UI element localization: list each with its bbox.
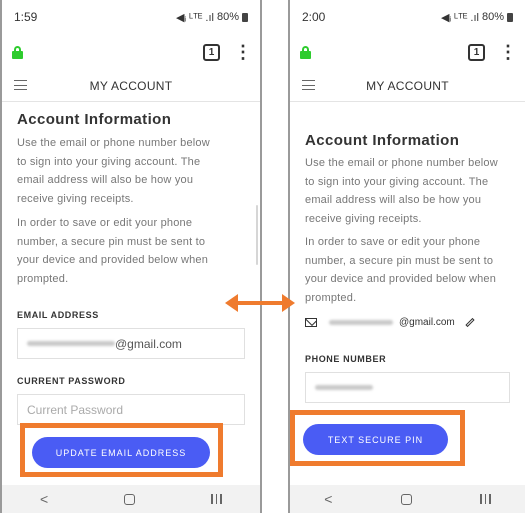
email-label: EMAIL ADDRESS	[17, 310, 99, 320]
intro-line: to sign into your giving account. The	[17, 155, 201, 168]
section-title: Account Information	[17, 111, 172, 128]
battery-percent: 80%	[216, 11, 239, 23]
nav-recent-icon[interactable]	[480, 494, 491, 504]
pin-paragraph: In order to save or edit your phone numb…	[305, 233, 510, 307]
pin-line: prompted.	[17, 272, 69, 285]
nav-recent-icon[interactable]	[211, 494, 222, 504]
redacted-email-user	[27, 341, 115, 346]
section-title: Account Information	[305, 132, 460, 149]
battery-icon	[507, 12, 513, 22]
account-content: Account Information Use the email or pho…	[2, 111, 260, 425]
status-time: 2:00	[302, 10, 326, 24]
pencil-icon[interactable]	[465, 317, 475, 328]
lock-icon[interactable]	[300, 45, 311, 59]
lock-icon[interactable]	[12, 45, 23, 59]
app-header: MY ACCOUNT	[2, 70, 260, 102]
pin-line: prompted.	[305, 291, 357, 304]
status-indicators: ◀ᵢ ᴸᵀᴱ .ıl 80%	[441, 11, 513, 24]
email-domain: @gmail.com	[399, 317, 455, 328]
hamburger-icon[interactable]	[302, 80, 315, 90]
password-label: CURRENT PASSWORD	[17, 376, 126, 386]
nav-back-icon[interactable]: <	[324, 491, 332, 507]
redacted-email-user	[329, 320, 393, 325]
status-time: 1:59	[14, 10, 38, 24]
intro-line: email address will also be how you	[305, 194, 482, 206]
signal-icon: ◀ᵢ ᴸᵀᴱ .ıl	[175, 11, 214, 24]
system-nav-bar: <	[2, 485, 260, 513]
status-bar: 1:59 ◀ᵢ ᴸᵀᴱ .ıl 80%	[2, 0, 260, 34]
update-button-highlight	[20, 423, 223, 477]
browser-toolbar: 1 ⋮	[290, 34, 525, 70]
status-bar: 2:00 ◀ᵢ ᴸᵀᴱ .ıl 80%	[290, 0, 525, 34]
battery-percent: 80%	[481, 11, 504, 23]
app-header: MY ACCOUNT	[290, 70, 525, 102]
page-title: MY ACCOUNT	[366, 78, 449, 93]
pin-button-highlight	[290, 410, 465, 466]
email-domain: @gmail.com	[115, 336, 182, 351]
hamburger-icon[interactable]	[14, 80, 27, 90]
pin-line: your device and provided below when	[305, 273, 497, 285]
double-arrow-icon	[225, 294, 295, 312]
system-nav-bar: <	[290, 485, 525, 513]
intro-paragraph: Use the email or phone number below to s…	[305, 154, 510, 228]
password-field[interactable]: Current Password	[17, 394, 245, 425]
nav-back-icon[interactable]: <	[40, 491, 48, 507]
phone-field[interactable]	[305, 372, 510, 403]
intro-paragraph: Use the email or phone number below to s…	[17, 134, 245, 208]
redacted-phone-number	[315, 385, 373, 390]
tab-switcher-icon[interactable]: 1	[203, 43, 220, 61]
account-content: Account Information Use the email or pho…	[290, 132, 525, 403]
intro-line: email address will also be how you	[17, 174, 194, 186]
tab-switcher-icon[interactable]: 1	[468, 43, 485, 61]
pin-paragraph: In order to save or edit your phone numb…	[17, 214, 245, 288]
nav-home-icon[interactable]	[124, 493, 136, 505]
intro-line: Use the email or phone number below	[305, 157, 498, 169]
intro-line: receive giving receipts.	[305, 212, 422, 225]
intro-line: Use the email or phone number below	[17, 137, 210, 149]
email-display-row: @gmail.com	[305, 317, 510, 328]
intro-line: to sign into your giving account. The	[305, 175, 489, 188]
email-field[interactable]: @gmail.com	[17, 328, 245, 359]
status-indicators: ◀ᵢ ᴸᵀᴱ .ıl 80%	[176, 11, 248, 24]
signal-icon: ◀ᵢ ᴸᵀᴱ .ıl	[440, 11, 479, 24]
pin-line: your device and provided below when	[17, 254, 209, 266]
pin-line: In order to save or edit your phone	[305, 236, 481, 248]
battery-icon	[242, 12, 248, 22]
kebab-menu-icon[interactable]: ⋮	[499, 43, 517, 61]
mail-icon	[305, 318, 317, 327]
pin-line: In order to save or edit your phone	[17, 217, 193, 229]
browser-toolbar: 1 ⋮	[2, 34, 260, 70]
password-placeholder: Current Password	[27, 402, 124, 417]
nav-home-icon[interactable]	[400, 493, 412, 505]
phone-label: PHONE NUMBER	[305, 354, 387, 364]
pin-line: number, a secure pin must be sent to	[17, 235, 206, 248]
kebab-menu-icon[interactable]: ⋮	[234, 43, 252, 61]
pin-line: number, a secure pin must be sent to	[305, 254, 494, 267]
page-title: MY ACCOUNT	[89, 78, 173, 93]
intro-line: receive giving receipts.	[17, 192, 134, 205]
scrollbar[interactable]	[256, 205, 258, 265]
